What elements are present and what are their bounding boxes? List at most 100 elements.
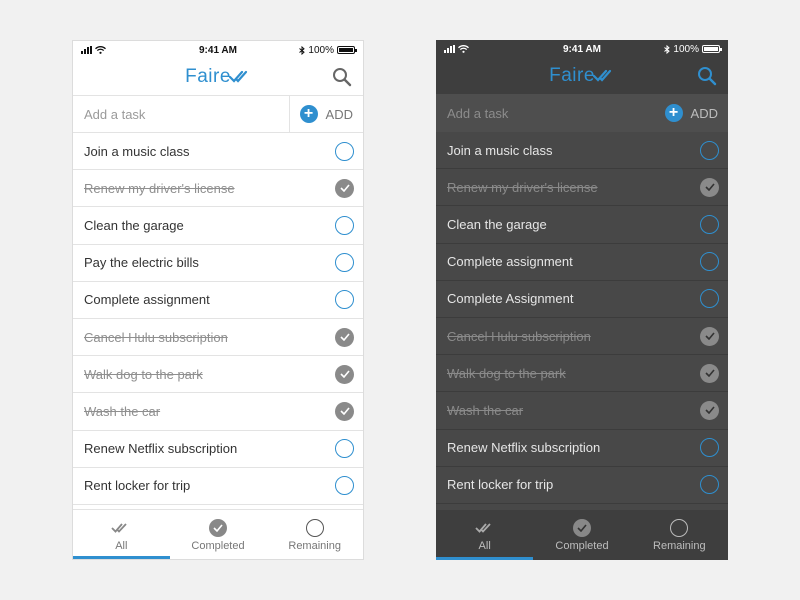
task-list: Join a music class Renew my driver's lice… — [436, 132, 728, 504]
app-logo: Faire — [549, 65, 615, 87]
tab-completed-label: Completed — [555, 540, 609, 552]
checked-circle-icon[interactable] — [335, 327, 354, 347]
task-item[interactable]: Cancel Hulu subscription — [436, 318, 728, 356]
battery-icon — [336, 46, 357, 54]
tab-all[interactable]: All — [436, 510, 534, 560]
checked-circle-icon[interactable] — [335, 401, 354, 421]
task-item[interactable]: Join a music class — [73, 133, 363, 171]
task-item[interactable]: Renew my driver's license — [73, 170, 363, 208]
tab-completed-label: Completed — [191, 540, 245, 552]
tab-all-label: All — [115, 540, 128, 552]
task-item[interactable]: Pay the electric bills — [73, 245, 363, 282]
tab-completed[interactable]: Completed — [170, 510, 267, 559]
search-button[interactable] — [696, 65, 718, 87]
double-check-icon — [111, 518, 131, 538]
empty-circle-icon — [670, 518, 689, 538]
empty-circle-icon[interactable] — [335, 215, 354, 235]
checked-circle-icon[interactable] — [700, 363, 719, 383]
add-button[interactable]: + ADD — [288, 96, 363, 132]
empty-circle-icon[interactable] — [700, 438, 719, 458]
task-item[interactable]: Walk dog to the park — [73, 356, 363, 394]
task-label: Complete assignment — [84, 292, 210, 308]
status-bar: 9:41 AM 100% — [73, 41, 363, 59]
battery-percent: 100% — [673, 43, 699, 55]
app-logo: Faire — [185, 66, 251, 88]
task-item[interactable]: Join a music class — [436, 132, 728, 170]
add-task-input[interactable] — [73, 96, 289, 132]
task-label: Join a music class — [447, 142, 553, 158]
plus-icon: + — [299, 105, 318, 123]
task-label: Wash the car — [447, 402, 524, 418]
task-label: Renew my driver's license — [84, 180, 235, 196]
checked-circle-icon — [572, 518, 591, 538]
logo-text: Faire — [185, 66, 231, 87]
tab-remaining-label: Remaining — [288, 540, 341, 552]
tab-all[interactable]: All — [73, 510, 170, 559]
tab-bar: All Completed Remaining — [436, 510, 728, 560]
task-item[interactable]: Complete assignment — [73, 282, 363, 319]
tab-remaining[interactable]: Remaining — [266, 510, 363, 559]
checked-circle-icon[interactable] — [700, 326, 719, 346]
task-label: Renew my driver's license — [447, 179, 598, 195]
add-button-label: ADD — [325, 106, 353, 122]
task-item[interactable]: Walk dog to the park — [436, 355, 728, 393]
add-task-input[interactable] — [436, 94, 655, 132]
add-task-row: + ADD — [436, 94, 728, 132]
task-label: Cancel Hulu subscription — [447, 328, 591, 344]
empty-circle-icon[interactable] — [700, 140, 719, 160]
task-label: Walk dog to the park — [447, 365, 566, 381]
checked-circle-icon[interactable] — [700, 177, 719, 197]
double-check-logo-icon — [228, 70, 247, 83]
tab-bar: All Completed Remaining — [73, 509, 363, 559]
task-item[interactable]: Complete Assignment — [436, 281, 728, 318]
task-item[interactable]: Wash the car — [436, 392, 728, 430]
app-header: Faire — [436, 58, 728, 94]
task-item[interactable]: Cancel Hulu subscription — [73, 319, 363, 357]
empty-circle-icon[interactable] — [335, 476, 354, 496]
checked-circle-icon[interactable] — [335, 178, 354, 198]
task-label: Cancel Hulu subscription — [84, 329, 228, 345]
status-time: 9:41 AM — [199, 44, 237, 56]
task-item[interactable]: Renew Netflix subscription — [73, 431, 363, 468]
task-item[interactable]: Clean the garage — [436, 206, 728, 244]
task-list: Join a music class Renew my driver's lice… — [73, 133, 363, 505]
empty-circle-icon[interactable] — [700, 252, 719, 272]
tab-remaining-label: Remaining — [653, 540, 706, 552]
status-time: 9:41 AM — [563, 43, 601, 55]
empty-circle-icon[interactable] — [335, 290, 354, 310]
double-check-logo-icon — [592, 69, 611, 82]
tab-remaining[interactable]: Remaining — [631, 510, 728, 560]
empty-circle-icon[interactable] — [700, 475, 719, 495]
checked-circle-icon[interactable] — [335, 364, 354, 384]
search-icon — [698, 67, 717, 86]
task-label: Complete assignment — [447, 254, 573, 270]
double-check-icon — [475, 518, 495, 538]
empty-circle-icon[interactable] — [335, 439, 354, 459]
tab-completed[interactable]: Completed — [533, 510, 630, 560]
task-item[interactable]: Complete assignment — [436, 244, 728, 281]
task-item[interactable]: Clean the garage — [73, 207, 363, 245]
task-label: Complete Assignment — [447, 291, 574, 307]
task-label: Clean the garage — [447, 216, 547, 232]
task-label: Clean the garage — [84, 217, 184, 233]
status-right: 100% — [630, 43, 722, 55]
add-button[interactable]: + ADD — [655, 94, 728, 132]
task-item[interactable]: Rent locker for trip — [436, 467, 728, 504]
empty-circle-icon[interactable] — [700, 289, 719, 309]
checked-circle-icon[interactable] — [700, 400, 719, 420]
plus-icon: + — [664, 104, 683, 122]
app-header: Faire — [73, 59, 363, 95]
task-item[interactable]: Renew Netflix subscription — [436, 430, 728, 467]
status-left — [81, 46, 171, 54]
empty-circle-icon[interactable] — [700, 214, 719, 234]
task-item[interactable]: Renew my driver's license — [436, 169, 728, 207]
task-label: Wash the car — [84, 403, 161, 419]
empty-circle-icon[interactable] — [335, 141, 354, 161]
wifi-icon — [458, 45, 469, 53]
task-item[interactable]: Rent locker for trip — [73, 468, 363, 505]
tab-all-label: All — [478, 540, 491, 552]
search-button[interactable] — [331, 66, 353, 88]
task-item[interactable]: Wash the car — [73, 393, 363, 431]
empty-circle-icon[interactable] — [335, 253, 354, 273]
status-bar: 9:41 AM 100% — [436, 40, 728, 58]
